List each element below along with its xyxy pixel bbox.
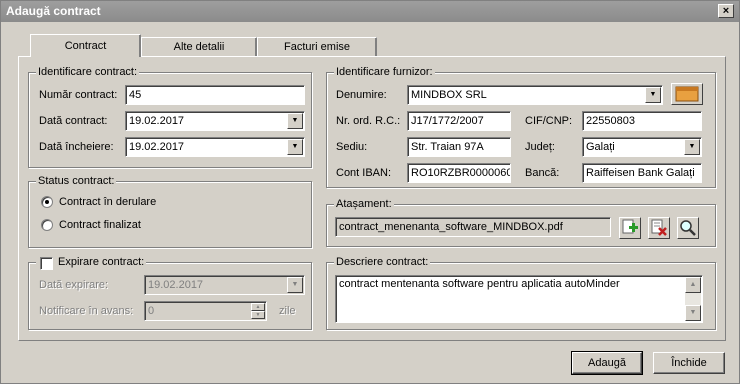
data-contract-picker[interactable]: 19.02.2017 ▼ [125,111,305,131]
group-legend: Identificare contract: [36,66,140,78]
nrord-input[interactable]: J17/1772/2007 [407,111,511,131]
data-contract-label: Dată contract: [39,115,108,127]
group-legend: Identificare furnizor: [334,66,435,78]
chevron-down-icon[interactable]: ▼ [287,277,303,293]
notificare-value: 0 [148,305,155,317]
notificare-label: Notificare în avans: [39,305,134,317]
data-expirare-picker[interactable]: 19.02.2017 ▼ [144,275,305,295]
radio-label-derulare[interactable]: Contract în derulare [59,196,156,208]
judet-label: Județ: [525,141,555,153]
chevron-down-icon[interactable]: ▼ [287,139,303,155]
notificare-stepper[interactable]: 0 ▲ ▼ [144,301,267,321]
judet-value: Galați [586,141,615,153]
view-attachment-button[interactable] [677,217,699,239]
furnizor-lookup-button[interactable] [671,83,703,105]
group-descriere-contract: Descriere contract: contract mentenanta … [326,256,716,330]
numar-contract-label: Număr contract: [39,89,118,101]
data-contract-value: 19.02.2017 [129,115,185,127]
descriere-text: contract mentenanta software pentru apli… [339,278,620,290]
tab-facturi-emise[interactable]: Facturi emise [257,37,377,57]
banca-input[interactable]: Raiffeisen Bank Galați [582,163,702,183]
close-button[interactable]: Închide [653,352,725,374]
descriere-scrollbar[interactable]: ▲ ▼ [685,277,701,321]
cif-input[interactable]: 22550803 [582,111,702,131]
group-expirare-contract: Expirare contract: Dată expirare: 19.02.… [28,256,312,330]
denumire-value: MINDBOX SRL [411,89,487,101]
zile-unit-label: zile [279,305,296,317]
add-button[interactable]: Adaugă [571,351,643,375]
window-title: Adaugă contract [6,4,101,18]
descriere-textarea[interactable]: contract mentenanta software pentru apli… [335,275,703,323]
data-expirare-value: 19.02.2017 [148,279,204,291]
tab-alte-detalii[interactable]: Alte detalii [141,37,257,57]
magnifier-icon [680,220,696,236]
chevron-down-icon[interactable]: ▼ [251,311,265,319]
group-legend: Atașament: [334,198,394,210]
close-icon[interactable]: × [718,4,734,18]
data-incheiere-value: 19.02.2017 [129,141,185,153]
add-contract-dialog: Adaugă contract × Contract Alte detalii … [0,0,740,384]
banca-value: Raiffeisen Bank Galați [586,167,695,179]
delete-file-icon [651,219,667,236]
denumire-label: Denumire: [336,89,387,101]
judet-select[interactable]: Galați ▼ [582,137,702,157]
denumire-select[interactable]: MINDBOX SRL ▼ [407,85,663,105]
delete-attachment-button[interactable] [648,217,670,239]
scroll-down-icon[interactable]: ▼ [685,305,701,321]
group-status-contract: Status contract: Contract în derulare Co… [28,175,312,248]
atasament-file-name: contract_menenanta_software_MINDBOX.pdf [339,221,563,233]
expirare-checkbox[interactable] [40,257,53,270]
group-legend: Descriere contract: [334,256,431,268]
sediu-input[interactable]: Str. Traian 97A [407,137,511,157]
banca-label: Bancă: [525,167,560,179]
add-file-icon [622,219,638,234]
spin-buttons[interactable]: ▲ ▼ [251,303,265,319]
data-incheiere-picker[interactable]: 19.02.2017 ▼ [125,137,305,157]
iban-label: Cont IBAN: [336,167,392,179]
chevron-up-icon[interactable]: ▲ [251,303,265,311]
chevron-down-icon[interactable]: ▼ [645,87,661,103]
chevron-down-icon[interactable]: ▼ [287,113,303,129]
card-file-icon [675,86,699,102]
scroll-up-icon[interactable]: ▲ [685,277,701,293]
group-identificare-contract: Identificare contract: Număr contract: 4… [28,66,312,168]
group-atasament: Atașament: contract_menenanta_software_M… [326,198,716,247]
add-attachment-button[interactable] [619,217,641,239]
group-legend: Status contract: [36,175,117,187]
sediu-value: Str. Traian 97A [411,141,484,153]
cif-value: 22550803 [586,115,635,127]
iban-input[interactable]: RO10RZBR0000060 [407,163,511,183]
title-bar: Adaugă contract [1,1,739,22]
numar-contract-input[interactable]: 45 [125,85,305,105]
radio-contract-finalizat[interactable] [41,219,53,231]
tab-panel-contract: Identificare contract: Număr contract: 4… [18,56,726,341]
radio-contract-derulare[interactable] [41,196,53,208]
data-expirare-label: Dată expirare: [39,279,109,291]
atasament-file-field[interactable]: contract_menenanta_software_MINDBOX.pdf [335,217,611,237]
numar-contract-value: 45 [129,89,142,101]
data-incheiere-label: Dată încheiere: [39,141,114,153]
group-identificare-furnizor: Identificare furnizor: Denumire: MINDBOX… [326,66,716,188]
iban-value: RO10RZBR0000060 [411,167,511,179]
radio-label-finalizat[interactable]: Contract finalizat [59,219,141,231]
sediu-label: Sediu: [336,141,368,153]
nrord-label: Nr. ord. R.C.: [336,115,401,127]
chevron-down-icon[interactable]: ▼ [684,139,700,155]
tab-contract[interactable]: Contract [30,34,141,57]
nrord-value: J17/1772/2007 [411,115,484,127]
cif-label: CIF/CNP: [525,115,573,127]
